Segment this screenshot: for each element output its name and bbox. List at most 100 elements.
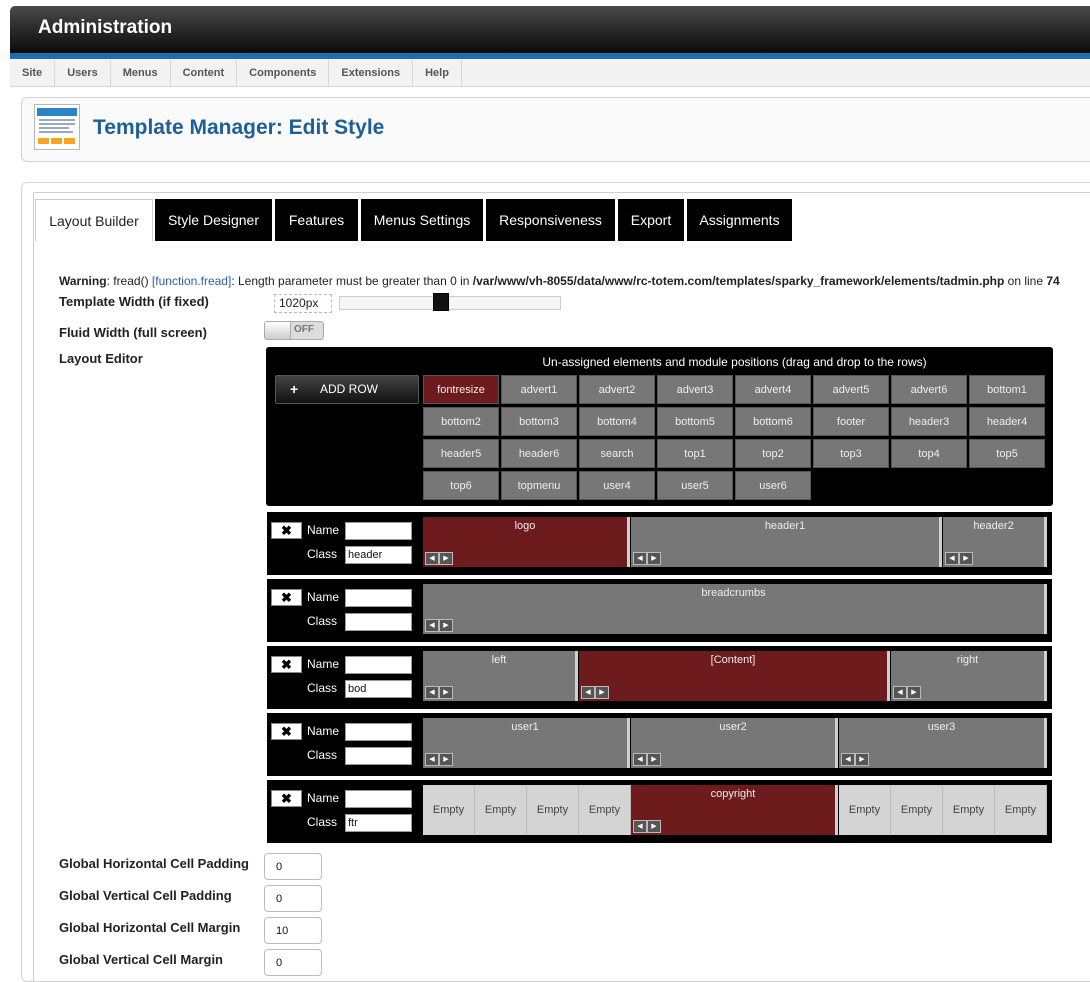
menu-users[interactable]: Users <box>55 60 111 86</box>
row-name-input[interactable] <box>345 656 412 674</box>
empty-cell[interactable]: Empty <box>579 785 631 835</box>
module-chip[interactable]: top4 <box>891 439 967 468</box>
row-class-input[interactable]: bod <box>345 680 412 698</box>
module-chip[interactable]: header5 <box>423 439 499 468</box>
empty-cell[interactable]: Empty <box>891 785 943 835</box>
tab-layout-builder[interactable]: Layout Builder <box>35 199 153 241</box>
arrow-left-icon[interactable]: ◀ <box>425 552 439 565</box>
arrow-right-icon[interactable]: ▶ <box>647 552 661 565</box>
remove-row-icon[interactable]: ✖ <box>271 723 302 740</box>
arrow-right-icon[interactable]: ▶ <box>959 552 973 565</box>
module-chip[interactable]: bottom2 <box>423 407 499 436</box>
arrow-left-icon[interactable]: ◀ <box>945 552 959 565</box>
row-class-input[interactable] <box>345 747 412 765</box>
arrow-left-icon[interactable]: ◀ <box>893 686 907 699</box>
module-chip[interactable]: header3 <box>891 407 967 436</box>
tab-export[interactable]: Export <box>618 199 684 241</box>
tab-assignments[interactable]: Assignments <box>687 199 792 241</box>
module-chip[interactable]: user6 <box>735 471 811 500</box>
module-chip[interactable]: advert4 <box>735 375 811 404</box>
module-chip[interactable]: top3 <box>813 439 889 468</box>
module-chip[interactable]: bottom6 <box>735 407 811 436</box>
layout-cell[interactable]: user3 ◀ ▶ <box>839 718 1047 768</box>
module-chip[interactable]: top1 <box>657 439 733 468</box>
layout-cell[interactable]: user2 ◀ ▶ <box>631 718 838 768</box>
module-chip[interactable]: top5 <box>969 439 1045 468</box>
tab-menus-settings[interactable]: Menus Settings <box>361 199 483 241</box>
layout-cell[interactable]: copyright ◀ ▶ <box>631 785 838 835</box>
empty-cell[interactable]: Empty <box>943 785 995 835</box>
module-chip[interactable]: fontresize <box>423 375 499 404</box>
arrow-right-icon[interactable]: ▶ <box>595 686 609 699</box>
tab-style-designer[interactable]: Style Designer <box>155 199 272 241</box>
template-width-slider[interactable] <box>339 296 561 310</box>
row-class-input[interactable] <box>345 613 412 631</box>
global-setting-input[interactable]: 0 <box>264 949 322 976</box>
module-chip[interactable]: advert3 <box>657 375 733 404</box>
arrow-left-icon[interactable]: ◀ <box>581 686 595 699</box>
arrow-right-icon[interactable]: ▶ <box>439 619 453 632</box>
row-name-input[interactable] <box>345 589 412 607</box>
row-name-input[interactable] <box>345 723 412 741</box>
empty-cell[interactable]: Empty <box>423 785 475 835</box>
module-chip[interactable]: user4 <box>579 471 655 500</box>
module-chip[interactable]: advert5 <box>813 375 889 404</box>
arrow-right-icon[interactable]: ▶ <box>647 753 661 766</box>
layout-cell[interactable]: user1 ◀ ▶ <box>423 718 630 768</box>
arrow-left-icon[interactable]: ◀ <box>841 753 855 766</box>
arrow-left-icon[interactable]: ◀ <box>633 552 647 565</box>
fluid-width-toggle[interactable]: OFF <box>264 321 324 340</box>
arrow-right-icon[interactable]: ▶ <box>907 686 921 699</box>
row-name-input[interactable] <box>345 790 412 808</box>
layout-cell[interactable]: right ◀ ▶ <box>891 651 1047 701</box>
row-class-input[interactable]: ftr <box>345 814 412 832</box>
slider-handle[interactable] <box>433 293 449 311</box>
remove-row-icon[interactable]: ✖ <box>271 656 302 673</box>
arrow-right-icon[interactable]: ▶ <box>439 686 453 699</box>
warning-link[interactable]: [function.fread] <box>152 274 231 288</box>
row-class-input[interactable]: header <box>345 546 412 564</box>
module-chip[interactable]: footer <box>813 407 889 436</box>
module-chip[interactable]: top2 <box>735 439 811 468</box>
empty-cell[interactable]: Empty <box>839 785 891 835</box>
add-row-button[interactable]: + ADD ROW <box>275 375 419 404</box>
row-name-input[interactable] <box>345 522 412 540</box>
arrow-right-icon[interactable]: ▶ <box>439 552 453 565</box>
menu-extensions[interactable]: Extensions <box>329 60 414 86</box>
tab-responsiveness[interactable]: Responsiveness <box>486 199 615 241</box>
module-chip[interactable]: bottom3 <box>501 407 577 436</box>
module-chip[interactable]: bottom5 <box>657 407 733 436</box>
empty-cell[interactable]: Empty <box>527 785 579 835</box>
template-width-value[interactable]: 1020px <box>274 294 332 313</box>
menu-site[interactable]: Site <box>10 60 56 86</box>
module-chip[interactable]: top6 <box>423 471 499 500</box>
arrow-right-icon[interactable]: ▶ <box>439 753 453 766</box>
arrow-left-icon[interactable]: ◀ <box>633 753 647 766</box>
global-setting-input[interactable]: 0 <box>264 853 322 880</box>
layout-cell[interactable]: breadcrumbs ◀ ▶ <box>423 584 1047 634</box>
global-setting-input[interactable]: 10 <box>264 917 322 944</box>
module-chip[interactable]: topmenu <box>501 471 577 500</box>
arrow-left-icon[interactable]: ◀ <box>633 820 647 833</box>
module-chip[interactable]: bottom4 <box>579 407 655 436</box>
module-chip[interactable]: advert2 <box>579 375 655 404</box>
empty-cell[interactable]: Empty <box>995 785 1047 835</box>
arrow-right-icon[interactable]: ▶ <box>647 820 661 833</box>
module-chip[interactable]: advert6 <box>891 375 967 404</box>
remove-row-icon[interactable]: ✖ <box>271 522 302 539</box>
layout-cell[interactable]: header2 ◀ ▶ <box>943 517 1047 567</box>
layout-cell[interactable]: logo ◀ ▶ <box>423 517 630 567</box>
remove-row-icon[interactable]: ✖ <box>271 790 302 807</box>
menu-content[interactable]: Content <box>171 60 238 86</box>
empty-cell[interactable]: Empty <box>475 785 527 835</box>
remove-row-icon[interactable]: ✖ <box>271 589 302 606</box>
module-chip[interactable]: advert1 <box>501 375 577 404</box>
module-chip[interactable]: header4 <box>969 407 1045 436</box>
global-setting-input[interactable]: 0 <box>264 885 322 912</box>
arrow-left-icon[interactable]: ◀ <box>425 686 439 699</box>
menu-help[interactable]: Help <box>413 60 462 86</box>
arrow-left-icon[interactable]: ◀ <box>425 753 439 766</box>
layout-cell[interactable]: [Content] ◀ ▶ <box>579 651 890 701</box>
arrow-right-icon[interactable]: ▶ <box>855 753 869 766</box>
tab-features[interactable]: Features <box>275 199 358 241</box>
